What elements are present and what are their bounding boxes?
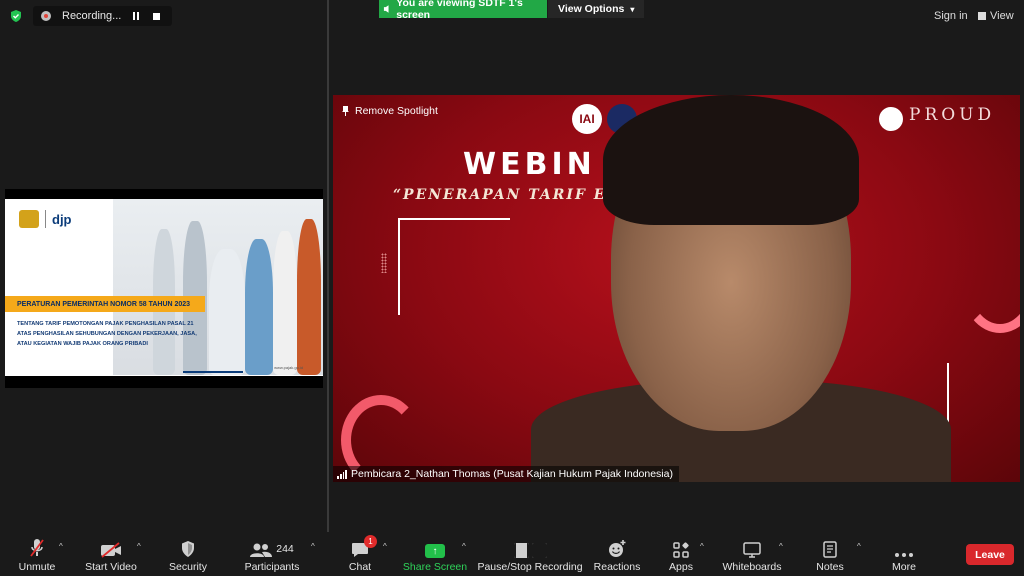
apps-options-caret[interactable]: ^ xyxy=(700,542,704,551)
participants-count: 244 xyxy=(276,543,294,555)
share-screen-label: Share Screen xyxy=(402,561,468,573)
security-shield-icon xyxy=(182,541,194,557)
notes-icon xyxy=(823,541,837,558)
shared-screen-thumbnail[interactable]: djp PERATURAN PEMERINTAH NOMOR 58 TAHUN … xyxy=(5,189,323,388)
participants-icon xyxy=(250,543,273,557)
pause-icon xyxy=(133,12,139,20)
speaker-video[interactable]: IAI PROUD WEBIN AKAN “PENERAPAN TARIF EF… xyxy=(333,95,1020,482)
decorative-frame xyxy=(398,218,510,315)
participants-options-caret[interactable]: ^ xyxy=(311,542,315,551)
apps-label: Apps xyxy=(669,561,693,573)
start-video-label: Start Video xyxy=(85,561,137,573)
apps-button[interactable]: Apps xyxy=(668,532,694,576)
decorative-swirl xyxy=(961,235,1020,333)
panel-splitter[interactable] xyxy=(327,0,329,532)
unmute-button[interactable]: Unmute xyxy=(17,532,57,576)
stop-recording-button[interactable] xyxy=(148,8,164,24)
speaker-icon xyxy=(383,5,389,13)
notes-label: Notes xyxy=(816,561,844,573)
more-label: More xyxy=(892,561,916,573)
participant-name: Pembicara 2_Nathan Thomas (Pusat Kajian … xyxy=(351,468,673,480)
video-options-caret[interactable]: ^ xyxy=(137,542,141,551)
start-video-button[interactable]: Start Video xyxy=(84,532,138,576)
participants-button[interactable]: 244 Participants xyxy=(244,532,300,576)
chat-options-caret[interactable]: ^ xyxy=(383,542,387,551)
regulation-title: PERATURAN PEMERINTAH NOMOR 58 TAHUN 2023 xyxy=(17,300,191,308)
view-button[interactable]: View xyxy=(978,10,1014,22)
apps-grid-icon xyxy=(673,542,689,558)
presentation-slide: djp PERATURAN PEMERINTAH NOMOR 58 TAHUN … xyxy=(5,199,323,376)
view-layout-icon xyxy=(978,12,986,20)
audio-options-caret[interactable]: ^ xyxy=(59,542,63,551)
chevron-down-icon: ▾ xyxy=(630,4,635,14)
security-label: Security xyxy=(169,561,207,573)
kemenkeu-emblem-icon xyxy=(19,210,39,228)
view-label: View xyxy=(990,10,1014,22)
regulation-subtitle: TENTANG TARIF PEMOTONGAN PAJAK PENGHASIL… xyxy=(17,321,197,347)
recording-label: Recording... xyxy=(62,10,122,22)
share-screen-icon: ↑ xyxy=(425,544,445,558)
slide-accent-line xyxy=(183,371,243,373)
djp-brand-text: djp xyxy=(52,211,72,227)
leave-button[interactable]: Leave xyxy=(966,544,1014,565)
speaker-figure xyxy=(531,95,951,482)
recording-indicator: Recording... xyxy=(33,6,172,26)
view-options-button[interactable]: View Options ▾ xyxy=(548,0,644,18)
unmute-label: Unmute xyxy=(18,561,56,573)
video-camera-off-icon xyxy=(101,542,121,558)
pause-recording-button[interactable] xyxy=(128,8,144,24)
viewing-banner-text: You are viewing SDTF 1's screen xyxy=(396,0,523,21)
whiteboards-options-caret[interactable]: ^ xyxy=(779,542,783,551)
regulation-title-bar: PERATURAN PEMERINTAH NOMOR 58 TAHUN 2023 xyxy=(5,296,205,312)
notes-button[interactable]: Notes xyxy=(815,532,845,576)
slide-url: www.pajak.go.id xyxy=(274,365,303,370)
djp-logo: djp xyxy=(19,210,72,228)
stop-icon xyxy=(152,12,160,20)
participants-label: Participants xyxy=(244,561,300,573)
sign-in-link[interactable]: Sign in xyxy=(934,10,968,22)
recording-icon xyxy=(41,11,51,21)
security-button[interactable]: Security xyxy=(168,532,208,576)
pin-icon xyxy=(342,106,349,116)
pause-stop-recording-button[interactable]: Pause/Stop Recording xyxy=(477,532,583,576)
pause-stop-recording-label: Pause/Stop Recording xyxy=(477,561,583,573)
whiteboards-button[interactable]: Whiteboards xyxy=(722,532,782,576)
whiteboard-icon xyxy=(743,542,761,558)
chat-unread-badge: 1 xyxy=(364,535,377,548)
meeting-toolbar: Unmute ^ Start Video ^ Security 244 Part… xyxy=(0,532,1024,576)
share-screen-button[interactable]: ↑ Share Screen xyxy=(402,532,468,576)
participant-name-tag: Pembicara 2_Nathan Thomas (Pusat Kajian … xyxy=(333,466,679,482)
decorative-dots xyxy=(381,253,387,273)
more-button[interactable]: More xyxy=(888,532,920,576)
smiley-plus-icon xyxy=(609,540,626,557)
share-options-caret[interactable]: ^ xyxy=(462,542,466,551)
sponsor-name: PROUD xyxy=(909,105,996,125)
chat-label: Chat xyxy=(348,561,372,573)
security-shield-icon xyxy=(11,10,21,22)
whiteboards-label: Whiteboards xyxy=(722,561,782,573)
remove-spotlight-button[interactable]: Remove Spotlight xyxy=(342,105,438,117)
viewing-screen-banner: You are viewing SDTF 1's screen xyxy=(379,0,547,21)
view-options-label: View Options xyxy=(558,3,625,15)
notes-options-caret[interactable]: ^ xyxy=(857,542,861,551)
signal-strength-icon xyxy=(337,469,347,479)
more-dots-icon xyxy=(895,553,913,557)
remove-spotlight-label: Remove Spotlight xyxy=(355,105,438,117)
microphone-muted-icon xyxy=(30,539,44,557)
reactions-button[interactable]: Reactions xyxy=(593,532,641,576)
pause-stop-recording-icon xyxy=(513,543,547,558)
reactions-label: Reactions xyxy=(593,561,641,573)
